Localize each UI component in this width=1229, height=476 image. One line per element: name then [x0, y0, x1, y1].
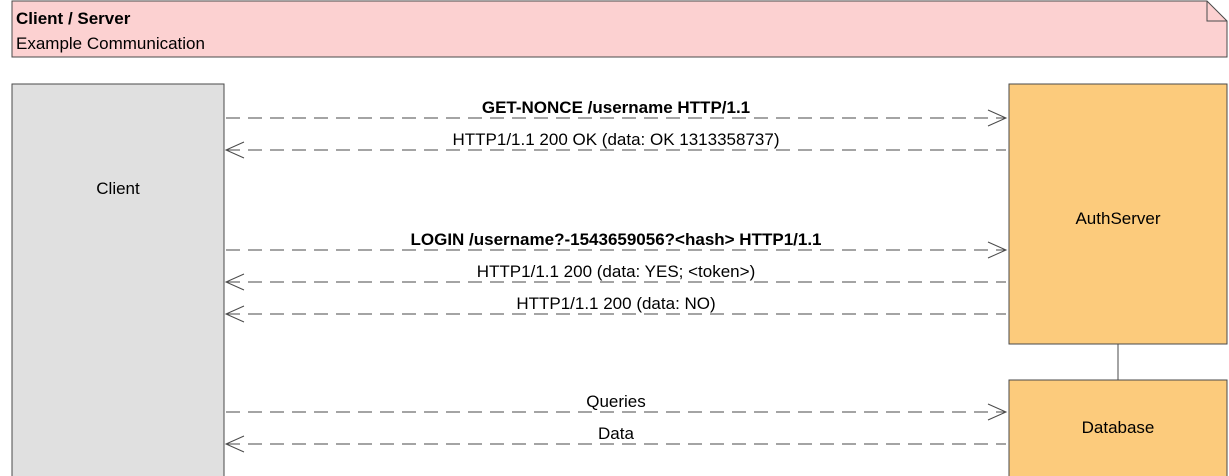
- title-note: Client / Server Example Communication: [11, 0, 1228, 58]
- message-label: LOGIN /username?-1543659056?<hash> HTTP1…: [410, 230, 821, 249]
- message-label: HTTP1/1.1 200 (data: NO): [516, 294, 715, 313]
- participant-client[interactable]: Client: [11, 83, 225, 476]
- sequence-diagram: Client / Server Example Communication Cl…: [11, 0, 1228, 476]
- messages: GET-NONCE /username HTTP/1.1 HTTP1/1.1 20…: [224, 98, 1008, 453]
- message-label: GET-NONCE /username HTTP/1.1: [482, 98, 750, 117]
- database-label: Database: [1082, 418, 1155, 437]
- message-label: Data: [598, 424, 634, 443]
- message-label: HTTP1/1.1 200 (data: YES; <token>): [477, 262, 755, 281]
- message-4: HTTP1/1.1 200 (data: YES; <token>): [224, 262, 1006, 291]
- note-subtitle: Example Communication: [16, 34, 205, 53]
- authserver-label: AuthServer: [1075, 209, 1160, 228]
- note-title: Client / Server: [16, 9, 131, 28]
- message-label: HTTP1/1.1 200 OK (data: OK 1313358737): [453, 130, 780, 149]
- message-2: HTTP1/1.1 200 OK (data: OK 1313358737): [224, 130, 1006, 159]
- message-1: GET-NONCE /username HTTP/1.1: [226, 98, 1008, 127]
- message-7: Data: [224, 424, 1006, 453]
- message-5: HTTP1/1.1 200 (data: NO): [224, 294, 1006, 323]
- participant-database[interactable]: Database: [1008, 379, 1228, 476]
- participant-authserver[interactable]: AuthServer: [1008, 83, 1228, 345]
- message-label: Queries: [586, 392, 646, 411]
- message-6: Queries: [226, 392, 1008, 421]
- client-label: Client: [96, 179, 140, 198]
- message-3: LOGIN /username?-1543659056?<hash> HTTP1…: [226, 230, 1008, 259]
